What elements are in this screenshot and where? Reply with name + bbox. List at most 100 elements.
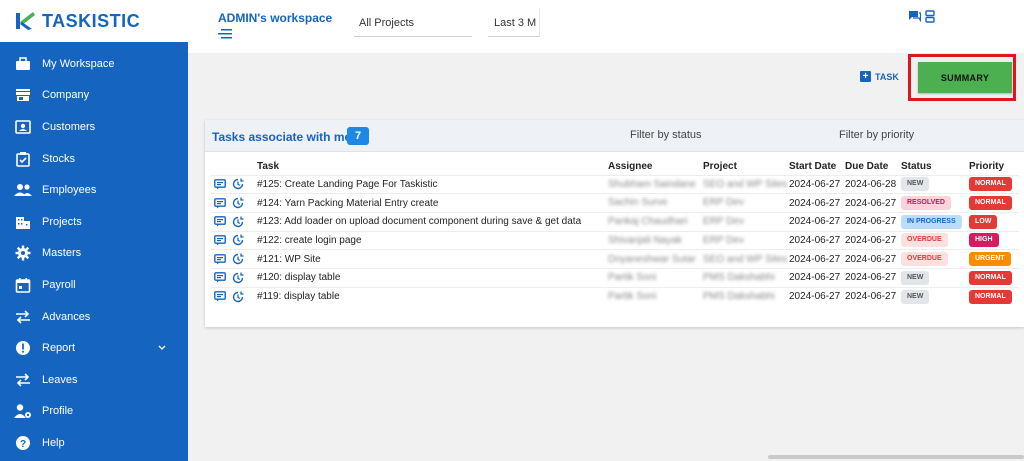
time-log-icon[interactable] — [232, 234, 244, 246]
date-range-select[interactable]: Last 3 M — [488, 8, 540, 37]
priority-badge[interactable]: NORMAL — [969, 270, 1012, 285]
project-select[interactable]: All Projects — [354, 8, 472, 37]
task-title[interactable]: #120: display table — [257, 267, 608, 288]
priority-badge[interactable]: LOW — [969, 214, 998, 229]
task-title[interactable]: #121: WP Site — [257, 249, 608, 269]
priority-badge[interactable]: HIGH — [969, 233, 999, 248]
sidebar-item-profile[interactable]: Profile — [0, 396, 188, 428]
col-status[interactable]: Status — [901, 158, 969, 175]
status-badge[interactable]: OVERDUE — [901, 252, 948, 267]
assignee-name: Pankaj Chaudhari — [608, 216, 688, 228]
project-name: ERP Dev — [703, 216, 744, 228]
time-log-icon[interactable] — [232, 253, 244, 265]
start-date: 2024-06-27 — [789, 174, 845, 194]
table-row[interactable]: #121: WP Site Dnyaneshwar Sutar SEO and WP… — [211, 249, 1019, 269]
briefcase-icon — [14, 55, 32, 73]
sidebar-item-company[interactable]: Company — [0, 80, 188, 112]
svg-text:?: ? — [20, 439, 26, 450]
col-project[interactable]: Project — [703, 158, 789, 175]
start-date: 2024-06-27 — [789, 286, 845, 306]
status-badge[interactable]: OVERDUE — [901, 233, 948, 248]
start-date: 2024-06-27 — [789, 211, 845, 232]
sidebar-item-employees[interactable]: Employees — [0, 174, 188, 206]
comment-icon[interactable] — [214, 216, 226, 227]
user-settings-icon — [14, 402, 32, 420]
task-title[interactable]: #125: Create Landing Page For Taskistic — [257, 174, 608, 194]
priority-badge[interactable]: URGENT — [969, 252, 1011, 267]
col-due-date[interactable]: Due Date — [845, 158, 901, 175]
col-start-date[interactable]: Start Date — [789, 158, 845, 175]
sidebar-item-my-workspace[interactable]: My Workspace — [0, 48, 188, 80]
comment-icon[interactable] — [214, 272, 226, 283]
table-row[interactable]: #125: Create Landing Page For Taskistic S… — [211, 174, 1019, 194]
priority-badge[interactable]: NORMAL — [969, 289, 1012, 304]
row-actions — [211, 286, 257, 306]
due-date: 2024-06-27 — [845, 193, 901, 213]
filter-by-status[interactable]: Filter by status — [630, 129, 702, 141]
task-title[interactable]: #124: Yarn Packing Material Entry create — [257, 193, 608, 213]
menu-icon[interactable] — [218, 28, 232, 40]
table-row[interactable]: #124: Yarn Packing Material Entry create… — [211, 193, 1019, 213]
project-name: ERP Dev — [703, 197, 744, 209]
priority-badge[interactable]: NORMAL — [969, 196, 1012, 211]
table-row[interactable]: #119: display table Partik Soni PMS Daksha… — [211, 286, 1019, 306]
start-date: 2024-06-27 — [789, 193, 845, 213]
comment-icon[interactable] — [214, 253, 226, 265]
priority-badge[interactable]: NORMAL — [969, 177, 1012, 192]
row-actions — [211, 249, 257, 269]
sidebar-item-advances[interactable]: Advances — [0, 301, 188, 333]
row-actions — [211, 230, 257, 250]
tasks-card-title: Tasks associate with me — [212, 130, 352, 144]
assignee-name: Shubham Saindane — [608, 178, 696, 190]
sidebar-item-masters[interactable]: Masters — [0, 238, 188, 270]
time-log-icon[interactable] — [232, 216, 244, 228]
task-title[interactable]: #119: display table — [257, 286, 608, 306]
swap-arrows-icon — [14, 308, 32, 326]
status-badge[interactable]: NEW — [901, 177, 930, 192]
table-row[interactable]: #122: create login page Shivanjali Nayak E… — [211, 230, 1019, 250]
comment-icon[interactable] — [214, 197, 226, 209]
view-toggle-icon[interactable] — [925, 10, 935, 23]
comment-icon[interactable] — [214, 291, 226, 302]
assignee-name: Sachin Surve — [608, 197, 668, 209]
task-title[interactable]: #123: Add loader on upload document comp… — [257, 211, 608, 232]
add-task-label: TASK — [875, 71, 899, 82]
table-row[interactable]: #123: Add loader on upload document comp… — [211, 211, 1019, 232]
building-icon — [14, 213, 32, 231]
people-icon — [14, 181, 32, 199]
logo[interactable]: TASKISTIC — [0, 0, 188, 42]
status-badge[interactable]: RESOLVED — [901, 196, 951, 211]
time-log-icon[interactable] — [232, 272, 244, 284]
time-log-icon[interactable] — [232, 291, 244, 303]
col-assignee[interactable]: Assignee — [608, 158, 703, 175]
sidebar-item-label: My Workspace — [42, 57, 115, 70]
sidebar-item-help[interactable]: ? Help — [0, 427, 188, 459]
sidebar-item-report[interactable]: Report — [0, 332, 188, 364]
status-badge[interactable]: NEW — [901, 270, 930, 285]
add-task-button[interactable]: + TASK — [860, 71, 899, 82]
chevron-down-icon[interactable] — [158, 342, 166, 354]
sidebar-item-label: Advances — [42, 310, 91, 323]
comment-icon[interactable] — [214, 178, 226, 190]
col-actions — [211, 158, 257, 175]
status-badge[interactable]: IN PROGRESS — [901, 214, 962, 229]
comment-icon[interactable] — [214, 235, 226, 246]
horizontal-scrollbar[interactable] — [768, 455, 1024, 459]
col-priority[interactable]: Priority — [969, 158, 1019, 175]
sidebar-item-stocks[interactable]: Stocks — [0, 143, 188, 175]
time-log-icon[interactable] — [232, 178, 244, 190]
sidebar-item-leaves[interactable]: Leaves — [0, 364, 188, 396]
task-title[interactable]: #122: create login page — [257, 230, 608, 250]
top-header: ADMIN's workspace All Projects Last 3 M — [188, 0, 1024, 53]
summary-button[interactable]: SUMMARY — [918, 62, 1012, 93]
status-badge[interactable]: NEW — [901, 289, 930, 304]
filter-by-priority[interactable]: Filter by priority — [839, 129, 914, 141]
table-row[interactable]: #120: display table Partik Soni PMS Daksha… — [211, 267, 1019, 288]
sidebar-item-projects[interactable]: Projects — [0, 206, 188, 238]
sidebar-item-payroll[interactable]: Payroll — [0, 269, 188, 301]
project-name: PMS Dakshabhi — [703, 272, 775, 284]
chat-icon[interactable] — [908, 10, 921, 22]
sidebar-item-customers[interactable]: Customers — [0, 111, 188, 143]
time-log-icon[interactable] — [232, 197, 244, 209]
col-task[interactable]: Task — [257, 158, 608, 175]
